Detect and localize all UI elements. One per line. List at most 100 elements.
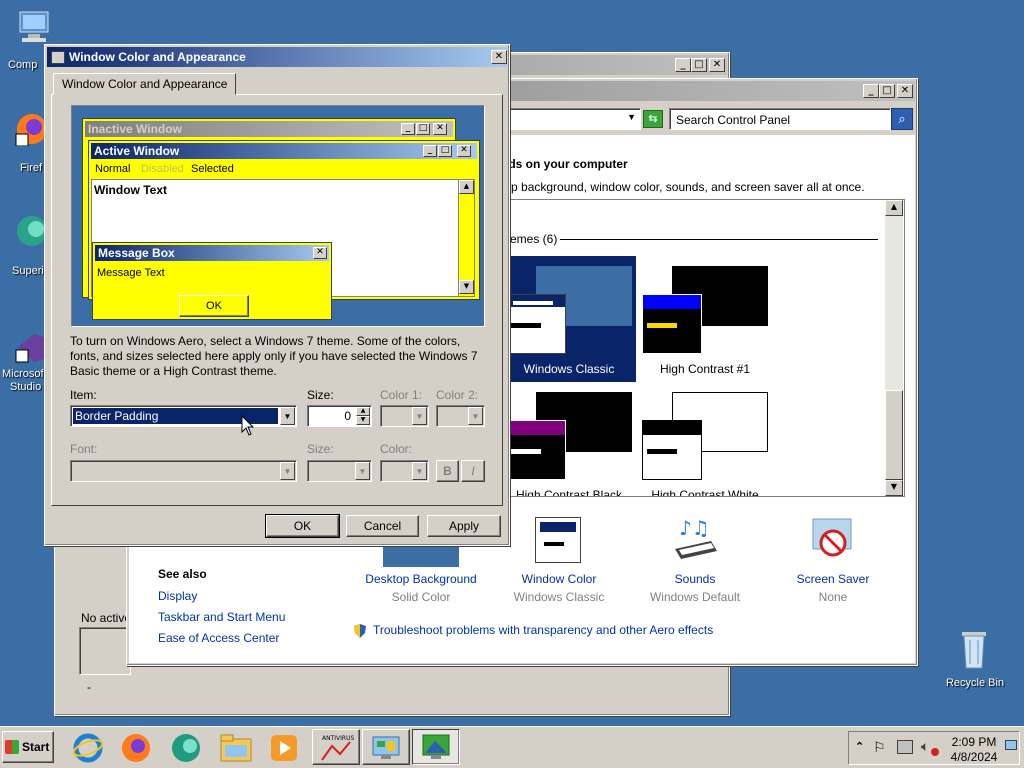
scroll-thumb[interactable] xyxy=(885,390,903,480)
size-down-button[interactable]: ▼ xyxy=(356,416,370,425)
refresh-icon[interactable]: ⇆ xyxy=(643,110,663,128)
preview-msgbox-text: Message Text xyxy=(97,267,165,279)
edge-icon[interactable] xyxy=(166,731,206,765)
apply-button[interactable]: Apply xyxy=(427,515,501,537)
preview-inactive-title: Inactive Window xyxy=(85,121,453,137)
item-select[interactable]: Border Padding ▼ xyxy=(70,405,297,427)
minimize-button[interactable]: _ xyxy=(675,58,691,72)
theme-list-scrollbar[interactable]: ▲ ▼ xyxy=(885,200,903,496)
italic-button[interactable]: I xyxy=(461,460,485,482)
desktop-background-icon[interactable] xyxy=(383,545,459,567)
font-color-label: Color: xyxy=(380,442,413,456)
cancel-button[interactable]: Cancel xyxy=(346,515,419,537)
color2-label: Color 2: xyxy=(436,388,479,402)
back-window-panel xyxy=(79,627,131,675)
control-panel-taskbar-button[interactable] xyxy=(362,729,410,765)
preview-active-title: Active Window xyxy=(91,143,477,159)
flag-icon[interactable]: ⚐ xyxy=(873,739,886,756)
search-icon[interactable]: ⌕ xyxy=(891,108,913,130)
close-button[interactable]: ✕ xyxy=(709,58,725,72)
file-explorer-icon[interactable] xyxy=(216,731,256,765)
preview-scrollbar: ▲ ▼ xyxy=(458,180,474,296)
sounds-icon[interactable]: ♪♫ xyxy=(671,516,721,563)
screen-saver-link[interactable]: Screen Saver xyxy=(773,572,893,586)
content-heading: nds on your computer xyxy=(501,157,628,171)
ok-button[interactable]: OK xyxy=(265,514,340,538)
size-value: 0 xyxy=(344,409,351,423)
link-ease-of-access[interactable]: Ease of Access Center xyxy=(158,631,279,645)
address-bar[interactable]: ▼ xyxy=(497,108,641,130)
theme-high-contrast-black[interactable]: High Contrast Black xyxy=(502,386,636,496)
chevron-down-icon[interactable]: ▼ xyxy=(627,112,636,122)
antivirus-taskbar-button[interactable]: ANTIVIRUS xyxy=(312,729,360,765)
theme-group-header: emes (6) xyxy=(510,232,564,246)
window-color-icon[interactable] xyxy=(535,517,581,563)
window-color-link[interactable]: Window Color xyxy=(499,572,619,586)
taskbar: Start ANTIVIRUS ⌃ ⚐ 🔈︎ 2:09 PM 4/8/2024 xyxy=(0,726,1024,768)
theme-label: High Contrast #1 xyxy=(659,362,751,376)
tab-window-color[interactable]: Window Color and Appearance xyxy=(53,73,237,95)
network-icon[interactable] xyxy=(897,740,913,754)
link-taskbar[interactable]: Taskbar and Start Menu xyxy=(158,610,285,624)
link-display[interactable]: Display xyxy=(158,589,197,603)
size-up-button[interactable]: ▲ xyxy=(356,407,370,416)
color1-picker[interactable]: ▼ xyxy=(380,405,429,427)
chevron-down-icon[interactable]: ▼ xyxy=(355,462,370,480)
desktop-label-computer: Comp xyxy=(8,59,38,71)
chevron-down-icon[interactable]: ▼ xyxy=(468,407,483,425)
personalization-taskbar-button[interactable] xyxy=(412,729,460,765)
clock-date[interactable]: 4/8/2024 xyxy=(949,750,999,764)
maximize-button[interactable]: □ xyxy=(879,84,895,98)
theme-list[interactable]: emes (6) Windows Classic High Contrast #… xyxy=(501,199,905,497)
font-select[interactable]: ▼ xyxy=(70,460,297,482)
start-label: Start xyxy=(22,740,50,754)
size-stepper[interactable]: 0 ▲ ▼ xyxy=(307,405,372,427)
chevron-down-icon[interactable]: ▼ xyxy=(412,462,427,480)
close-button[interactable]: ✕ xyxy=(491,50,507,64)
preview-menu-normal: Normal xyxy=(95,163,131,175)
scroll-down-button[interactable]: ▼ xyxy=(885,480,903,496)
minimize-button[interactable]: _ xyxy=(863,84,879,98)
recycle-bin-icon[interactable] xyxy=(956,626,992,669)
chevron-down-icon[interactable]: ▼ xyxy=(280,407,295,425)
internet-explorer-icon[interactable] xyxy=(68,731,108,765)
system-tray: ⌃ ⚐ 🔈︎ 2:09 PM 4/8/2024 xyxy=(848,731,1020,765)
color1-label: Color 1: xyxy=(380,388,423,402)
desktop-label-recycle-bin: Recycle Bin xyxy=(945,677,1005,689)
show-desktop-icon[interactable] xyxy=(1005,740,1017,750)
font-size-select[interactable]: ▼ xyxy=(307,460,372,482)
firefox-taskbar-icon[interactable] xyxy=(116,731,156,765)
theme-windows-classic[interactable]: Windows Classic xyxy=(502,256,636,382)
bold-button[interactable]: B xyxy=(436,460,459,482)
dialog-titlebar[interactable]: Window Color and Appearance xyxy=(47,47,507,67)
clock-time[interactable]: 2:09 PM xyxy=(949,735,999,749)
theme-high-contrast-1[interactable]: High Contrast #1 xyxy=(638,256,772,382)
volume-icon[interactable]: 🔈︎ xyxy=(921,738,929,755)
theme-high-contrast-white[interactable]: High Contrast White xyxy=(638,386,772,496)
window-color-dialog[interactable]: Window Color and Appearance ✕ Window Col… xyxy=(44,44,510,546)
screen-saver-icon[interactable] xyxy=(809,517,855,563)
troubleshoot-link[interactable]: Troubleshoot problems with transparency … xyxy=(373,623,713,637)
windows-logo-icon xyxy=(5,740,19,754)
svg-text:ANTIVIRUS: ANTIVIRUS xyxy=(322,735,354,742)
media-player-icon[interactable] xyxy=(264,731,304,765)
chevron-up-icon[interactable]: ⌃ xyxy=(855,740,864,753)
search-input[interactable]: Search Control Panel xyxy=(669,108,891,130)
close-button[interactable]: ✕ xyxy=(897,84,913,98)
chevron-down-icon[interactable]: ▼ xyxy=(412,407,427,425)
font-color-picker[interactable]: ▼ xyxy=(380,460,429,482)
sounds-link[interactable]: Sounds xyxy=(635,572,755,586)
chevron-down-icon[interactable]: ▼ xyxy=(280,462,295,480)
dash-label: - xyxy=(87,680,91,694)
desktop-background-link[interactable]: Desktop Background xyxy=(361,572,481,586)
color2-picker[interactable]: ▼ xyxy=(436,405,485,427)
size-label: Size: xyxy=(307,388,334,402)
theme-label: High Contrast White xyxy=(651,488,759,497)
scroll-up-button[interactable]: ▲ xyxy=(885,200,903,216)
mute-indicator-icon xyxy=(931,748,939,756)
dialog-title: Window Color and Appearance xyxy=(69,50,246,64)
start-button[interactable]: Start xyxy=(2,731,54,763)
computer-icon[interactable] xyxy=(16,10,52,44)
shield-icon xyxy=(353,623,367,639)
maximize-button[interactable]: □ xyxy=(691,58,707,72)
